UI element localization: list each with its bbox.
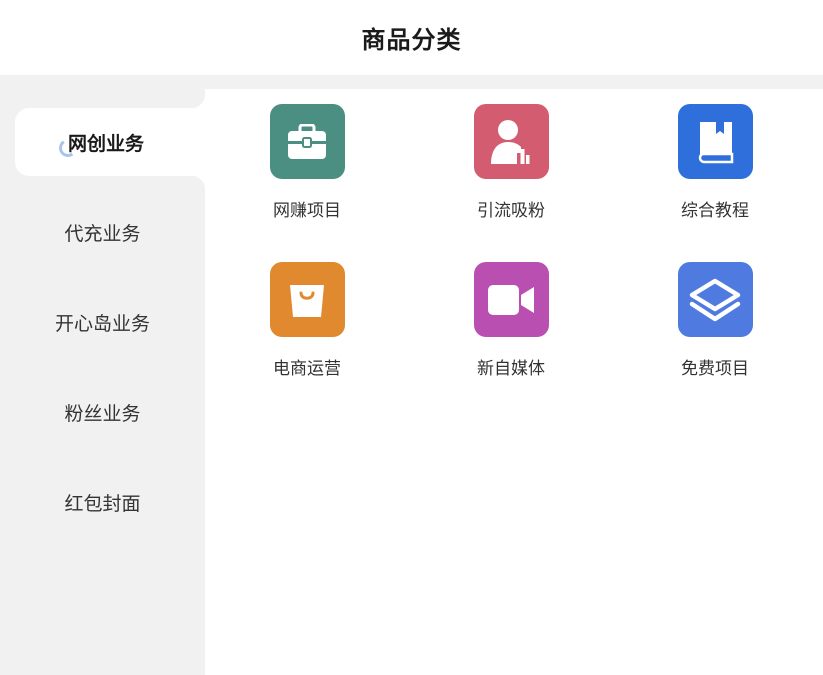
briefcase-icon [269,104,345,179]
video-camera-icon [473,262,549,337]
layers-icon [677,262,753,337]
category-label: 电商运营 [273,359,341,379]
sidebar: 网创业务 代充业务 开心岛业务 粉丝业务 红包封面 [0,75,205,675]
category-label: 新自媒体 [477,359,545,379]
sidebar-item-label: 红包封面 [64,492,141,515]
category-label: 免费项目 [681,359,749,379]
category-grid: 网赚项目 引流吸粉 综合教程 电商运营 新自媒体 免费项目 [205,89,823,675]
sidebar-item-label: 网创业务 [68,132,145,155]
shopping-bag-icon [269,262,345,337]
user-chart-icon [473,104,549,179]
category-online-earning[interactable]: 网赚项目 [247,104,367,221]
sidebar-item-red-envelope-cover[interactable]: 红包封面 [0,468,205,536]
category-free-projects[interactable]: 免费项目 [655,262,775,379]
book-icon [677,104,753,179]
category-tutorials[interactable]: 综合教程 [655,104,775,221]
category-label: 引流吸粉 [477,201,545,221]
sidebar-item-label: 开心岛业务 [54,312,150,335]
sidebar-item-label: 粉丝业务 [64,402,141,425]
sidebar-item-recharge-business[interactable]: 代充业务 [0,198,205,266]
category-label: 网赚项目 [273,201,341,221]
category-traffic-fans[interactable]: 引流吸粉 [451,104,571,221]
page-title: 商品分类 [361,26,462,54]
category-label: 综合教程 [681,201,749,221]
category-new-media[interactable]: 新自媒体 [451,262,571,379]
sidebar-item-happy-island-business[interactable]: 开心岛业务 [0,288,205,356]
header: 商品分类 [0,0,823,75]
sidebar-item-online-business[interactable]: 网创业务 [15,94,205,190]
category-ecommerce[interactable]: 电商运营 [247,262,367,379]
sidebar-item-fans-business[interactable]: 粉丝业务 [0,378,205,446]
sidebar-item-label: 代充业务 [64,222,141,245]
